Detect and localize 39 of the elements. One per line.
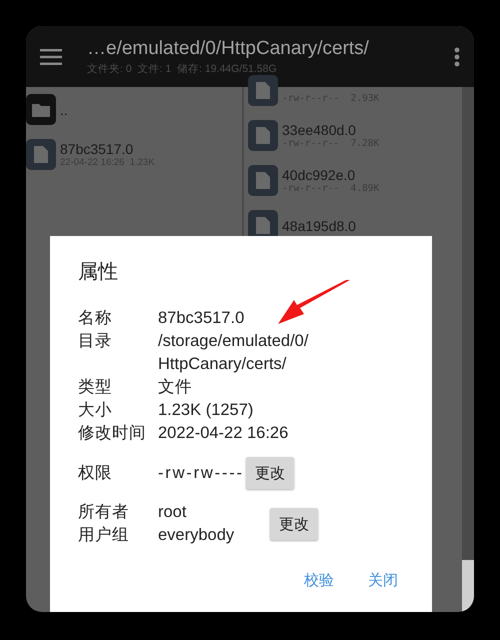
file-icon [256, 172, 270, 189]
property-label: 类型 [78, 377, 113, 398]
file-name: 48a195d8.0 [282, 218, 356, 234]
file-name: 87bc3517.0 [60, 141, 134, 157]
property-value: 2022-04-22 16:26 [158, 423, 288, 444]
annotation-arrow [278, 280, 350, 326]
property-label: 修改时间 [78, 423, 147, 444]
dialog-action-button[interactable]: 校验 [304, 571, 334, 590]
change-button[interactable]: 更改 [270, 508, 318, 540]
more-options-icon[interactable] [454, 46, 460, 66]
property-label: 目录 [78, 331, 113, 352]
property-label: 名称 [78, 308, 113, 329]
folder-icon [32, 102, 50, 116]
file-name: 40dc992e.0 [282, 167, 356, 183]
file-name: 33ee480d.0 [282, 122, 357, 138]
file-name: .. [60, 102, 68, 118]
property-label: 所有者 [78, 502, 130, 523]
property-value: 1.23K (1257) [158, 400, 254, 421]
property-value: 87bc3517.0 [158, 308, 244, 329]
folder-path: …e/emulated/0/HttpCanary/certs/ [87, 38, 370, 60]
property-value: root [158, 502, 186, 523]
property-value: everybody [158, 525, 234, 546]
property-value: /storage/emulated/0/ HttpCanary/certs/ [158, 331, 308, 375]
permission-value: -rw-rw---- [158, 462, 244, 484]
dialog-title: 属性 [78, 260, 119, 285]
property-label: 权限 [78, 462, 113, 484]
property-label: 用户组 [78, 525, 130, 546]
dialog-action-button[interactable]: 关闭 [368, 571, 398, 590]
change-button[interactable]: 更改 [246, 457, 294, 489]
property-value: 文件 [158, 377, 192, 398]
storage-summary: 文件夹: 0 文件: 1 储存: 19.44G/51.58G [87, 62, 278, 76]
file-icon [34, 146, 48, 163]
file-icon [256, 217, 270, 234]
scrollbar[interactable] [462, 87, 474, 612]
menu-icon[interactable] [40, 48, 62, 64]
property-label: 大小 [78, 400, 113, 421]
file-list-item[interactable]: .. [26, 94, 242, 125]
file-icon [256, 82, 270, 99]
file-icon [256, 127, 270, 144]
